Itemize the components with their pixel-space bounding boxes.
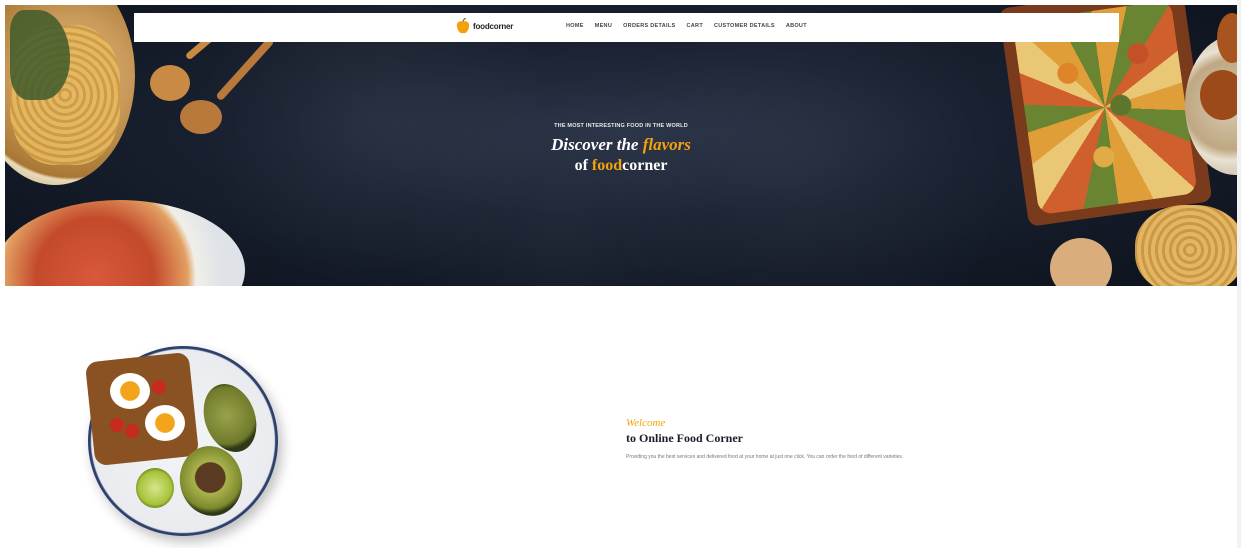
egg-image — [1200, 70, 1237, 120]
nav-orders-details[interactable]: ORDERS DETAILS — [623, 23, 675, 29]
nav-cart[interactable]: CART — [687, 23, 703, 29]
hero-subtitle: of foodcorner — [5, 155, 1237, 177]
egg-half-image — [145, 405, 185, 441]
hero-sub-suffix: corner — [622, 157, 668, 174]
pasta-nest-image — [1135, 205, 1237, 286]
toast-image — [84, 351, 200, 467]
tomato-image — [110, 418, 124, 432]
welcome-description: Providing you the best services and deli… — [626, 454, 904, 460]
apple-logo-icon — [456, 18, 470, 34]
egg-half-image — [110, 373, 150, 409]
nav-menu[interactable]: MENU — [595, 23, 612, 29]
brand-name: foodcorner — [473, 22, 514, 31]
hero-sub-accent: food — [591, 157, 623, 174]
tomato-image — [125, 424, 139, 438]
welcome-block: Welcome to Online Food Corner Providing … — [626, 417, 1226, 460]
nav-home[interactable]: HOME — [566, 23, 584, 29]
nav-links: HOME MENU ORDERS DETAILS CART CUSTOMER D… — [566, 23, 807, 29]
hero-title-prefix: Discover the — [551, 135, 643, 154]
welcome-title: to Online Food Corner — [626, 431, 743, 445]
hero-text: THE MOST INTERESTING FOOD IN THE WORLD D… — [5, 123, 1237, 177]
nav-customer-details[interactable]: CUSTOMER DETAILS — [714, 23, 775, 29]
wooden-spoon-image — [150, 65, 190, 101]
tomato-image — [152, 380, 166, 394]
hero-title: Discover the flavors — [5, 135, 1237, 155]
hero-banner: foodcorner HOME MENU ORDERS DETAILS CART… — [5, 5, 1237, 286]
brand-link[interactable]: foodcorner — [456, 18, 513, 35]
hero-title-accent: flavors — [642, 135, 691, 154]
hero-kicker: THE MOST INTERESTING FOOD IN THE WORLD — [554, 123, 688, 129]
navbar: foodcorner HOME MENU ORDERS DETAILS CART… — [134, 13, 1119, 42]
lime-image — [136, 468, 174, 508]
nav-about[interactable]: ABOUT — [786, 23, 807, 29]
hero-sub-prefix: of — [574, 157, 592, 174]
scrollbar[interactable] — [1237, 0, 1241, 548]
welcome-kicker: Welcome — [626, 417, 666, 429]
